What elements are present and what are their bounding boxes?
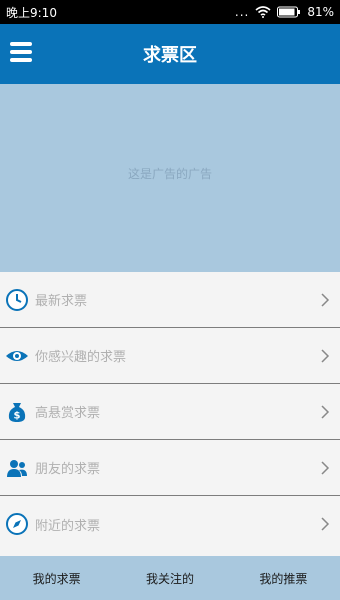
- chevron-right-icon: [320, 292, 330, 308]
- wifi-icon: [255, 6, 271, 18]
- menu-item-label: 最新求票: [35, 294, 88, 309]
- eye-icon: [5, 344, 29, 368]
- menu-item-friends[interactable]: 朋友的求票: [0, 440, 340, 496]
- menu-item-label: 你感兴趣的求票: [35, 350, 127, 365]
- menu-item-latest[interactable]: 最新求票: [0, 272, 340, 328]
- ad-text: 这是广告的广告: [127, 166, 212, 181]
- menu-list: 最新求票 你感兴趣的求票 $ 高悬赏求票 朋友的求票 附近的求票: [0, 272, 340, 556]
- tab-my-recommendations[interactable]: 我的推票: [227, 570, 340, 587]
- tab-my-requests[interactable]: 我的求票: [0, 570, 113, 587]
- status-bar: 晚上9:10 ... 81%: [0, 0, 340, 24]
- menu-icon-line: [10, 50, 32, 54]
- menu-item-high-reward[interactable]: $ 高悬赏求票: [0, 384, 340, 440]
- tab-following[interactable]: 我关注的: [113, 570, 226, 587]
- status-dots: ...: [234, 5, 250, 19]
- menu-icon-line: [10, 58, 32, 62]
- money-bag-icon: $: [5, 400, 29, 424]
- chevron-right-icon: [320, 348, 330, 364]
- menu-icon-line: [10, 42, 32, 46]
- app-bar: 求票区: [0, 24, 340, 84]
- chevron-right-icon: [320, 460, 330, 476]
- compass-icon: [5, 512, 29, 536]
- clock-icon: [5, 288, 29, 312]
- chevron-right-icon: [320, 404, 330, 420]
- bottom-tab-bar: 我的求票 我关注的 我的推票: [0, 556, 340, 600]
- status-time: 晚上9:10: [6, 5, 57, 20]
- menu-button[interactable]: [10, 42, 32, 62]
- menu-item-interested[interactable]: 你感兴趣的求票: [0, 328, 340, 384]
- menu-item-label: 朋友的求票: [35, 462, 101, 477]
- menu-item-label: 附近的求票: [35, 518, 101, 534]
- ad-banner[interactable]: 这是广告的广告: [0, 84, 340, 272]
- status-indicators: ... 81%: [235, 5, 334, 19]
- page-title: 求票区: [143, 45, 197, 66]
- svg-text:$: $: [14, 410, 21, 421]
- battery-percent: 81%: [307, 5, 334, 19]
- chevron-right-icon: [320, 516, 330, 532]
- menu-item-label: 高悬赏求票: [35, 406, 101, 421]
- friends-icon: [5, 456, 29, 480]
- battery-icon: [277, 6, 301, 18]
- menu-item-nearby[interactable]: 附近的求票: [0, 496, 340, 552]
